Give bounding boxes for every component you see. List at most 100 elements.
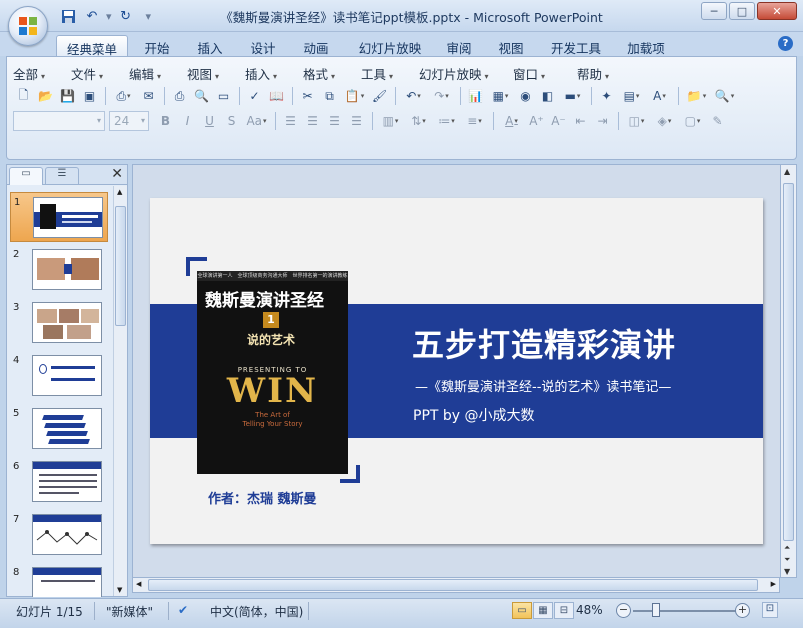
close-button[interactable]: ✕ [757, 2, 797, 20]
shrink-font-icon[interactable]: A⁻ [548, 111, 569, 132]
align-left-icon[interactable]: ☰ [280, 111, 301, 132]
tab-animation[interactable]: 动画 [295, 35, 337, 56]
menu-file[interactable]: 文件 ▾ [71, 64, 129, 83]
text-direction-icon[interactable]: ⇅ ▾ [405, 111, 432, 132]
color-view-icon[interactable]: ▬ ▾ [559, 86, 586, 107]
page-setup-icon[interactable]: ▭ [213, 86, 234, 107]
tab-addins[interactable]: 加载项 [620, 35, 672, 56]
print-preview-icon[interactable]: 🔍 [191, 86, 212, 107]
grow-font-icon[interactable]: A⁺ [526, 111, 547, 132]
tab-view[interactable]: 视图 [490, 35, 532, 56]
zoom-out-button[interactable]: − [616, 603, 631, 618]
open-icon[interactable]: 📂 [35, 86, 56, 107]
undo-icon[interactable]: ↶ ▾ [400, 86, 427, 107]
insert-chart-icon[interactable]: 📊 [465, 86, 486, 107]
close-icon[interactable]: ✕ [111, 166, 123, 182]
numbering-icon[interactable]: ≔ ▾ [433, 111, 460, 132]
align-right-icon[interactable]: ☰ [324, 111, 345, 132]
horizontal-scrollbar[interactable]: ◀ ▶ [132, 577, 780, 593]
menu-slideshow[interactable]: 幻灯片放映 ▾ [419, 64, 513, 83]
tab-home[interactable]: 开始 [136, 35, 178, 56]
slide-canvas[interactable]: 全球演讲第一人 全球顶级商务沟通大师 世界排名第一的演讲教练 魏斯曼演讲圣经 1… [150, 198, 763, 544]
menu-format[interactable]: 格式 ▾ [303, 64, 361, 83]
cut-icon[interactable]: ✂ [297, 86, 318, 107]
print-icon[interactable]: ⎙ [169, 86, 190, 107]
spelling-icon[interactable]: ✓ [244, 86, 265, 107]
menu-view[interactable]: 视图 ▾ [187, 64, 245, 83]
decrease-indent-icon[interactable]: ⇤ [570, 111, 591, 132]
minimize-button[interactable]: ─ [701, 2, 727, 20]
format-painter-icon[interactable]: 🖌 [369, 86, 390, 107]
tab-developer[interactable]: 开发工具 [544, 35, 608, 56]
slide-sorter-button[interactable]: ▦ [533, 602, 553, 619]
scroll-right-icon[interactable]: ▶ [771, 580, 776, 588]
strikethrough-icon[interactable]: S [221, 111, 242, 132]
slide-thumbnail-3[interactable]: 3 [10, 298, 108, 348]
tab-slideshow[interactable]: 幻灯片放映 [350, 35, 430, 56]
copy-icon[interactable]: ⧉ [319, 86, 340, 107]
vertical-scrollbar[interactable]: ▲ ⏶ ⏷ ▼ [780, 164, 797, 578]
save-as-pdf-icon[interactable]: ▣ [79, 86, 100, 107]
italic-icon[interactable]: I [177, 111, 198, 132]
email-icon[interactable]: ✉ [138, 86, 159, 107]
slide-author[interactable]: 作者：杰瑞 魏斯曼 [208, 488, 317, 507]
spell-check-icon[interactable]: ✔ [178, 603, 188, 617]
research-icon[interactable]: 📖 [266, 86, 287, 107]
zoom-slider-thumb[interactable] [652, 603, 660, 617]
slide-subtitle[interactable]: —《魏斯曼演讲圣经--说的艺术》读书笔记— [415, 376, 671, 395]
tab-classic-menu[interactable]: 经典菜单 [56, 35, 128, 57]
slide-credit[interactable]: PPT by @小成大数 [413, 405, 535, 425]
underline-icon[interactable]: U [199, 111, 220, 132]
thumbnail-scrollbar[interactable]: ▲ ▼ [113, 186, 127, 596]
grayscale-icon[interactable]: ◧ [537, 86, 558, 107]
layout-icon[interactable]: ▤ ▾ [618, 86, 645, 107]
book-cover-image[interactable]: 全球演讲第一人 全球顶级商务沟通大师 世界排名第一的演讲教练 魏斯曼演讲圣经 1… [197, 271, 348, 474]
slideshow-view-button[interactable]: ⊟ [554, 602, 574, 619]
text-box-icon[interactable]: A ▾ [646, 86, 673, 107]
normal-view-button[interactable]: ▭ [512, 602, 532, 619]
slide-thumbnail-5[interactable]: 5 [10, 404, 108, 454]
columns-icon[interactable]: ▥ ▾ [377, 111, 404, 132]
scroll-up-icon[interactable]: ▲ [784, 167, 790, 176]
fit-to-window-icon[interactable]: ⊡ [762, 602, 778, 618]
tab-slides[interactable]: ▭ [9, 167, 43, 185]
slide-thumbnail-6[interactable]: 6 [10, 457, 108, 507]
change-case-icon[interactable]: Aa ▾ [243, 111, 270, 132]
next-slide-icon[interactable]: ⏷ [784, 555, 790, 565]
scroll-thumb[interactable] [115, 206, 126, 326]
office-button[interactable] [8, 6, 48, 46]
font-size-select[interactable]: 24 ▾ [109, 111, 149, 131]
new-slide-icon[interactable]: ✦ [596, 86, 617, 107]
redo-icon[interactable]: ↷ ▾ [428, 86, 455, 107]
increase-indent-icon[interactable]: ⇥ [592, 111, 613, 132]
language-indicator[interactable]: 中文(简体，中国) [210, 603, 303, 620]
previous-slide-icon[interactable]: ⏶ [784, 543, 790, 553]
zoom-slider[interactable] [633, 610, 737, 612]
font-name-select[interactable]: ▾ [13, 111, 105, 131]
paste-icon[interactable]: 📋 ▾ [341, 86, 368, 107]
scroll-down-icon[interactable]: ▼ [117, 586, 122, 594]
scroll-thumb[interactable] [148, 579, 758, 591]
bold-icon[interactable]: B [155, 111, 176, 132]
insert-clipart-icon[interactable]: ◉ [515, 86, 536, 107]
scroll-thumb[interactable] [783, 183, 794, 541]
folder-icon[interactable]: 📁 ▾ [683, 86, 710, 107]
permission-icon[interactable]: ⎙ ▾ [110, 86, 137, 107]
help-icon[interactable]: ? [778, 36, 793, 51]
scroll-left-icon[interactable]: ◀ [136, 580, 141, 588]
tab-review[interactable]: 审阅 [438, 35, 480, 56]
zoom-in-button[interactable]: + [735, 603, 750, 618]
save-icon[interactable]: 💾 [57, 86, 78, 107]
tab-design[interactable]: 设计 [242, 35, 284, 56]
justify-icon[interactable]: ☰ [346, 111, 367, 132]
menu-window[interactable]: 窗口 ▾ [513, 64, 577, 83]
zoom-level[interactable]: 48% [576, 603, 603, 617]
menu-tools[interactable]: 工具 ▾ [361, 64, 419, 83]
menu-all[interactable]: 全部 ▾ [13, 64, 71, 83]
find-icon[interactable]: 🔍 ▾ [711, 86, 738, 107]
slide-thumbnail-8[interactable]: 8 [10, 563, 108, 597]
arrange-icon[interactable]: ◫ ▾ [623, 111, 650, 132]
menu-insert[interactable]: 插入 ▾ [245, 64, 303, 83]
menu-edit[interactable]: 编辑 ▾ [129, 64, 187, 83]
tab-insert[interactable]: 插入 [189, 35, 231, 56]
